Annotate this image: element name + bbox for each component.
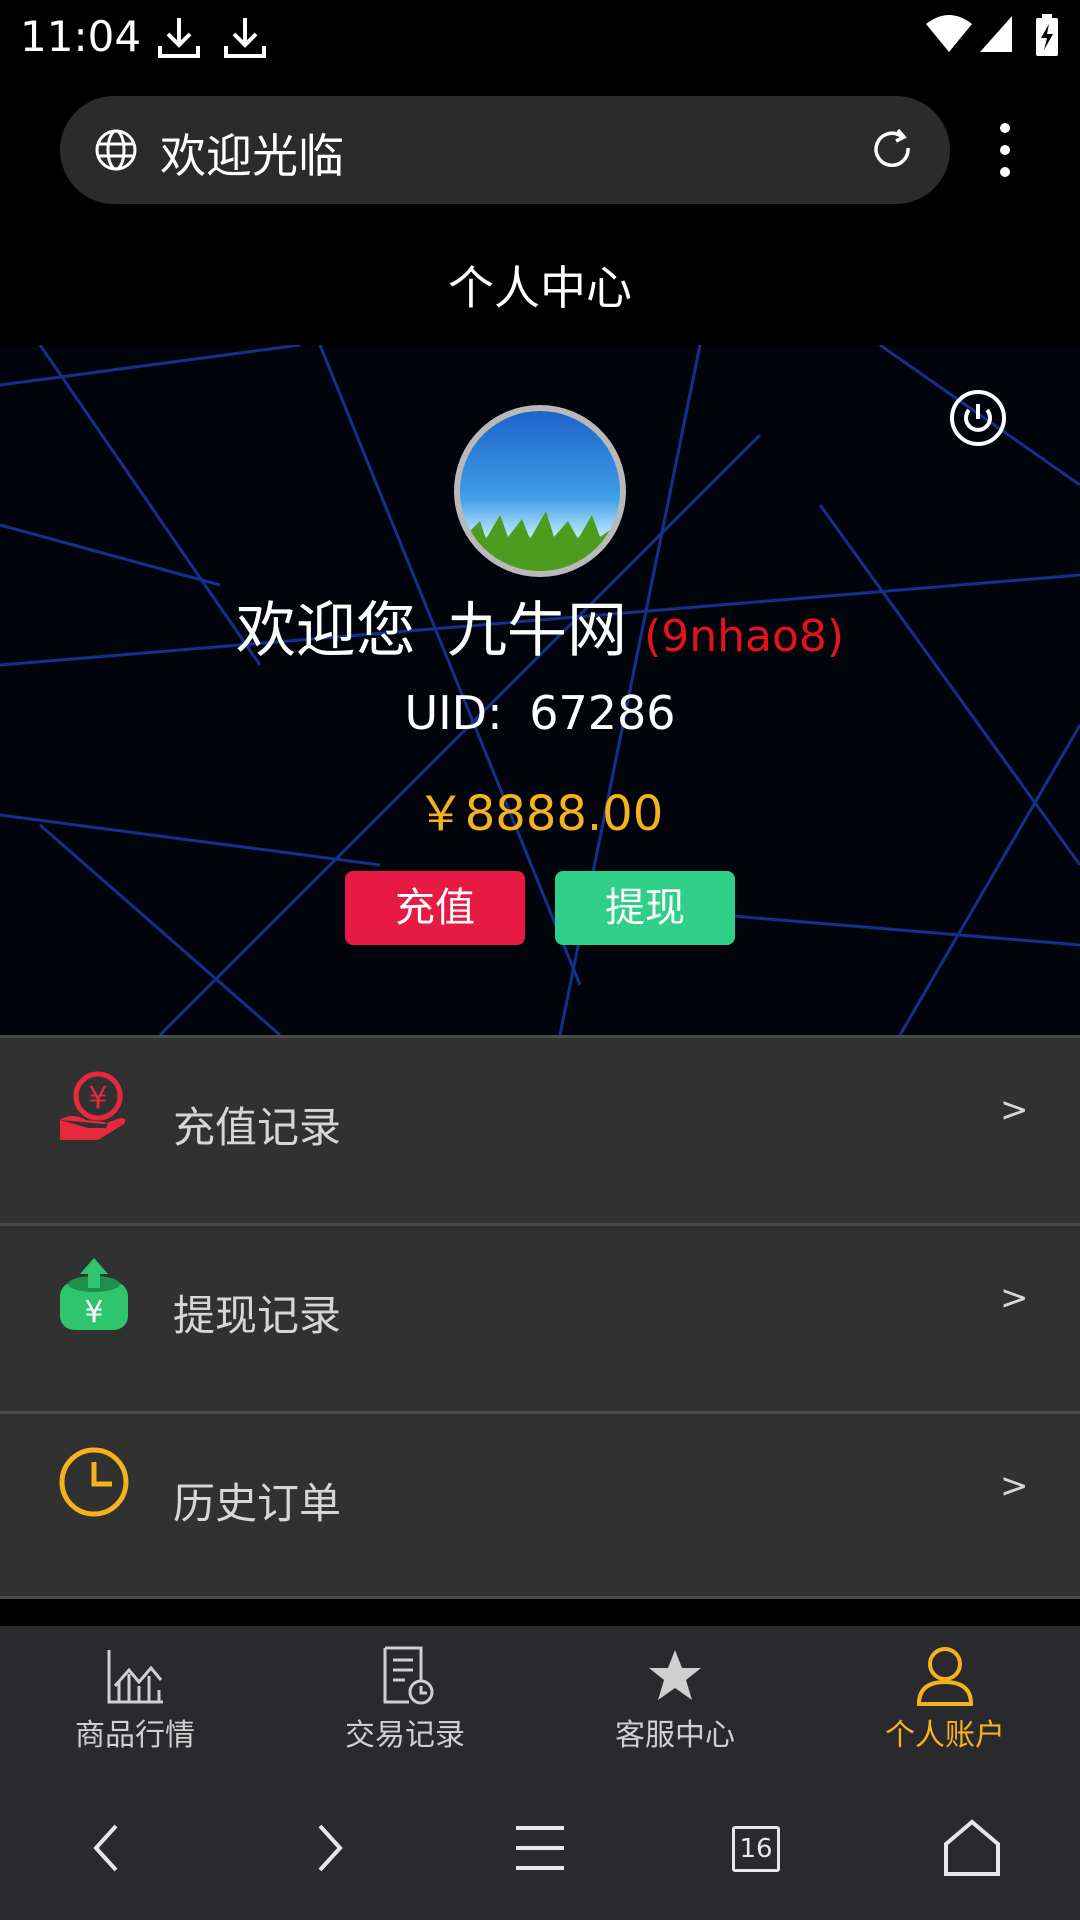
svg-text:¥: ¥ (84, 1295, 103, 1330)
star-icon (649, 1650, 701, 1700)
yen-upload-icon: ¥ (60, 1258, 128, 1330)
welcome-text: 欢迎您 (235, 596, 416, 666)
download-icon (224, 18, 266, 58)
menu-label: 提现记录 (173, 1291, 342, 1340)
hamburger-menu-icon[interactable] (508, 1816, 572, 1880)
page-title: 个人中心 (448, 261, 632, 315)
tab-label: 个人账户 (885, 1718, 1005, 1753)
tab-customer-service[interactable]: 客服中心 (540, 1626, 810, 1776)
balance: ￥8888.00 (416, 786, 664, 842)
menu-label: 历史订单 (173, 1479, 342, 1528)
status-bar: 11:04 (0, 0, 1080, 78)
refresh-icon[interactable] (868, 126, 916, 174)
menu-item-recharge-records[interactable]: ¥ 充值记录 > (0, 1035, 1080, 1223)
uid-label: UID: (404, 686, 503, 740)
uid-line: UID: 67286 (0, 686, 1080, 740)
tab-label: 交易记录 (345, 1718, 465, 1753)
recharge-button[interactable]: 充值 (345, 871, 525, 945)
download-icon (158, 18, 200, 58)
hand-yen-icon: ¥ (60, 1071, 126, 1140)
tab-label: 商品行情 (75, 1718, 195, 1753)
tab-personal-account[interactable]: 个人账户 (810, 1626, 1080, 1776)
welcome-line: 欢迎您 九牛网 (9nhao8) (0, 582, 1080, 669)
menu-list: ¥ 充值记录 > ¥ 提现记录 > 历史订单 > (0, 1035, 1080, 1599)
tab-market[interactable]: 商品行情 (0, 1626, 270, 1776)
url-bar[interactable]: 欢迎光临 (60, 96, 950, 204)
user-icon (916, 1647, 974, 1706)
avatar[interactable] (454, 405, 626, 577)
chevron-right-icon: > (1000, 1090, 1029, 1130)
chevron-right-icon: > (1000, 1278, 1029, 1318)
site-name: 九牛网 (447, 596, 627, 666)
back-arrow-icon[interactable] (76, 1816, 140, 1880)
forward-arrow-icon[interactable] (296, 1816, 360, 1880)
svg-text:¥: ¥ (88, 1081, 107, 1116)
globe-icon (95, 129, 137, 171)
wifi-icon (926, 15, 972, 52)
battery-icon (1036, 14, 1058, 56)
bottom-tab-bar: 商品行情 交易记录 客服中心 个人账户 (0, 1626, 1080, 1776)
logout-power-icon[interactable] (948, 388, 1008, 448)
withdraw-button[interactable]: 提现 (555, 871, 735, 945)
browser-nav-bar (0, 1776, 1080, 1920)
bar-chart-icon (107, 1650, 163, 1704)
signal-icon (980, 16, 1012, 52)
grass-sky-image (460, 511, 620, 571)
chevron-right-icon: > (1000, 1466, 1029, 1506)
url-title: 欢迎光临 (160, 129, 344, 183)
status-time: 11:04 (20, 12, 142, 61)
tab-label: 客服中心 (615, 1718, 735, 1753)
tab-count-button[interactable]: 16 (732, 1826, 780, 1872)
tab-trade-records[interactable]: 交易记录 (270, 1626, 540, 1776)
more-options-icon[interactable] (990, 122, 1020, 178)
document-clock-icon (383, 1646, 434, 1705)
menu-item-withdraw-records[interactable]: ¥ 提现记录 > (0, 1223, 1080, 1411)
nickname: (9nhao8) (644, 611, 845, 662)
uid-value: 67286 (529, 686, 676, 740)
home-icon[interactable] (940, 1816, 1004, 1880)
clock-icon (59, 1447, 129, 1517)
menu-label: 充值记录 (173, 1103, 342, 1152)
menu-item-history-orders[interactable]: 历史订单 > (0, 1411, 1080, 1599)
